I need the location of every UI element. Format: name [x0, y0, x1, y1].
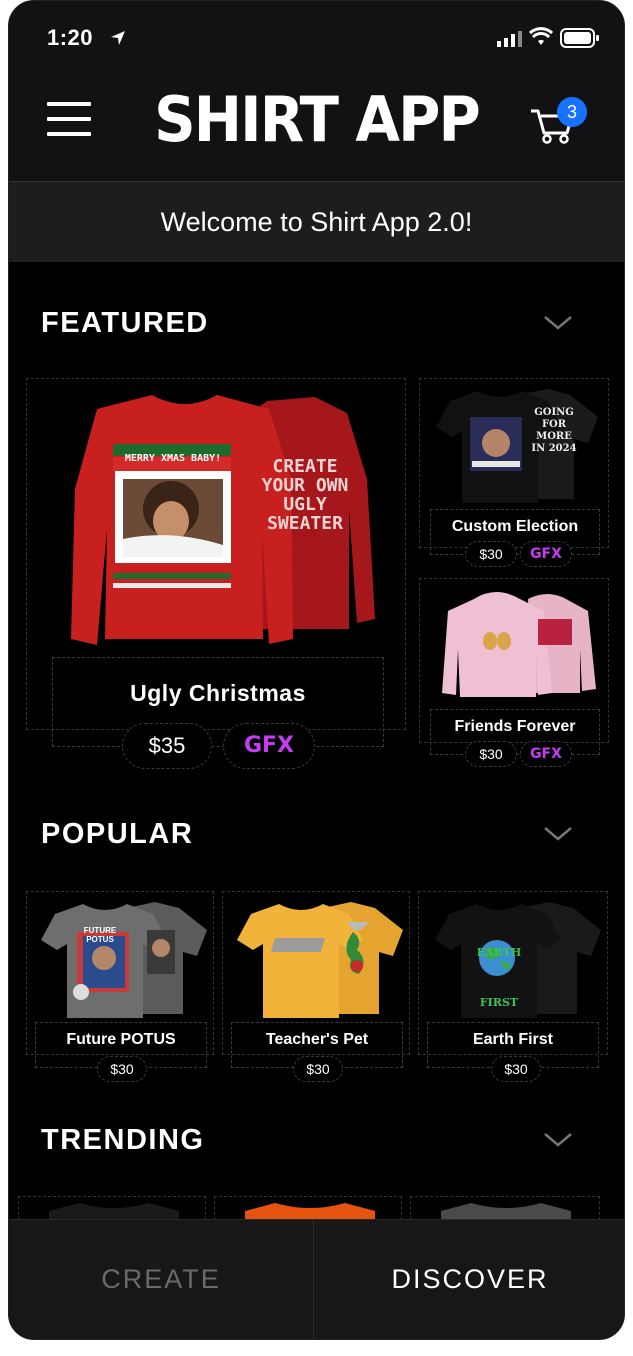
featured-heading: FEATURED: [41, 307, 209, 339]
popular-card-future-potus[interactable]: FUTURE POTUS Future POTUS $30: [26, 891, 214, 1082]
featured-side-card-1[interactable]: GOING FOR MORE IN 2024 Custom Election $…: [419, 378, 609, 567]
popular-card-earth-first[interactable]: EARTH FIRST Earth First $30: [418, 891, 608, 1082]
featured-main-price: $35: [122, 723, 212, 769]
featured-main-gfx-badge: GFX: [223, 723, 315, 769]
sweater-front-text: MERRY XMAS BABY!: [124, 453, 222, 464]
popular-heading: POPULAR: [41, 818, 194, 850]
status-time: 1:20: [47, 25, 94, 50]
discover-tab[interactable]: DISCOVER: [314, 1220, 624, 1339]
top-bar: 1:20 SHIRT APP 3: [9, 1, 624, 181]
custom-election-gfx-badge: GFX: [520, 541, 572, 567]
popular-chevron-down-icon[interactable]: [543, 826, 573, 842]
battery-icon: [560, 28, 599, 48]
popular-card-teachers-pet[interactable]: Teacher's Pet $30: [222, 891, 410, 1082]
future-potus-shirt-image: [41, 902, 207, 1018]
friends-forever-gfx-badge: GFX: [520, 741, 572, 767]
wifi-icon: [529, 27, 553, 45]
phone-screen: 1:20 SHIRT APP 3 Welcome to Shirt App 2.…: [8, 0, 625, 1340]
bottom-nav: CREATE DISCOVER: [9, 1219, 624, 1339]
future-potus-shirt-text: FUTURE POTUS: [83, 926, 117, 944]
earth-first-shirt-text: EARTH FIRST: [476, 946, 522, 1009]
teachers-pet-shirt-image: [237, 902, 403, 1018]
election-back-text: GOING FOR MORE IN 2024: [531, 407, 577, 454]
teachers-pet-price: $30: [293, 1056, 343, 1082]
app-title: SHIRT APP: [154, 83, 481, 156]
earth-first-price: $30: [491, 1056, 541, 1082]
future-potus-price: $30: [97, 1056, 147, 1082]
welcome-banner: Welcome to Shirt App 2.0!: [9, 181, 624, 262]
featured-main-card[interactable]: MERRY XMAS BABY! CREATE YOUR OWN UGLY SW…: [26, 378, 406, 769]
friends-forever-price: $30: [465, 741, 517, 767]
create-tab[interactable]: CREATE: [9, 1220, 313, 1339]
featured-main-name: Ugly Christmas: [52, 657, 384, 747]
friends-hoodie-image: [442, 592, 596, 697]
location-arrow-icon: [111, 31, 125, 45]
signal-icon: [497, 31, 522, 47]
sweater-back-text: CREATE YOUR OWN UGLY SWEATER: [261, 456, 349, 534]
trending-heading: TRENDING: [41, 1124, 205, 1156]
featured-side-card-2[interactable]: Friends Forever $30 GFX: [419, 578, 609, 767]
custom-election-price: $30: [465, 541, 517, 567]
featured-chevron-down-icon[interactable]: [543, 315, 573, 331]
trending-chevron-down-icon[interactable]: [543, 1132, 573, 1148]
cart-count-badge: 3: [557, 97, 587, 127]
